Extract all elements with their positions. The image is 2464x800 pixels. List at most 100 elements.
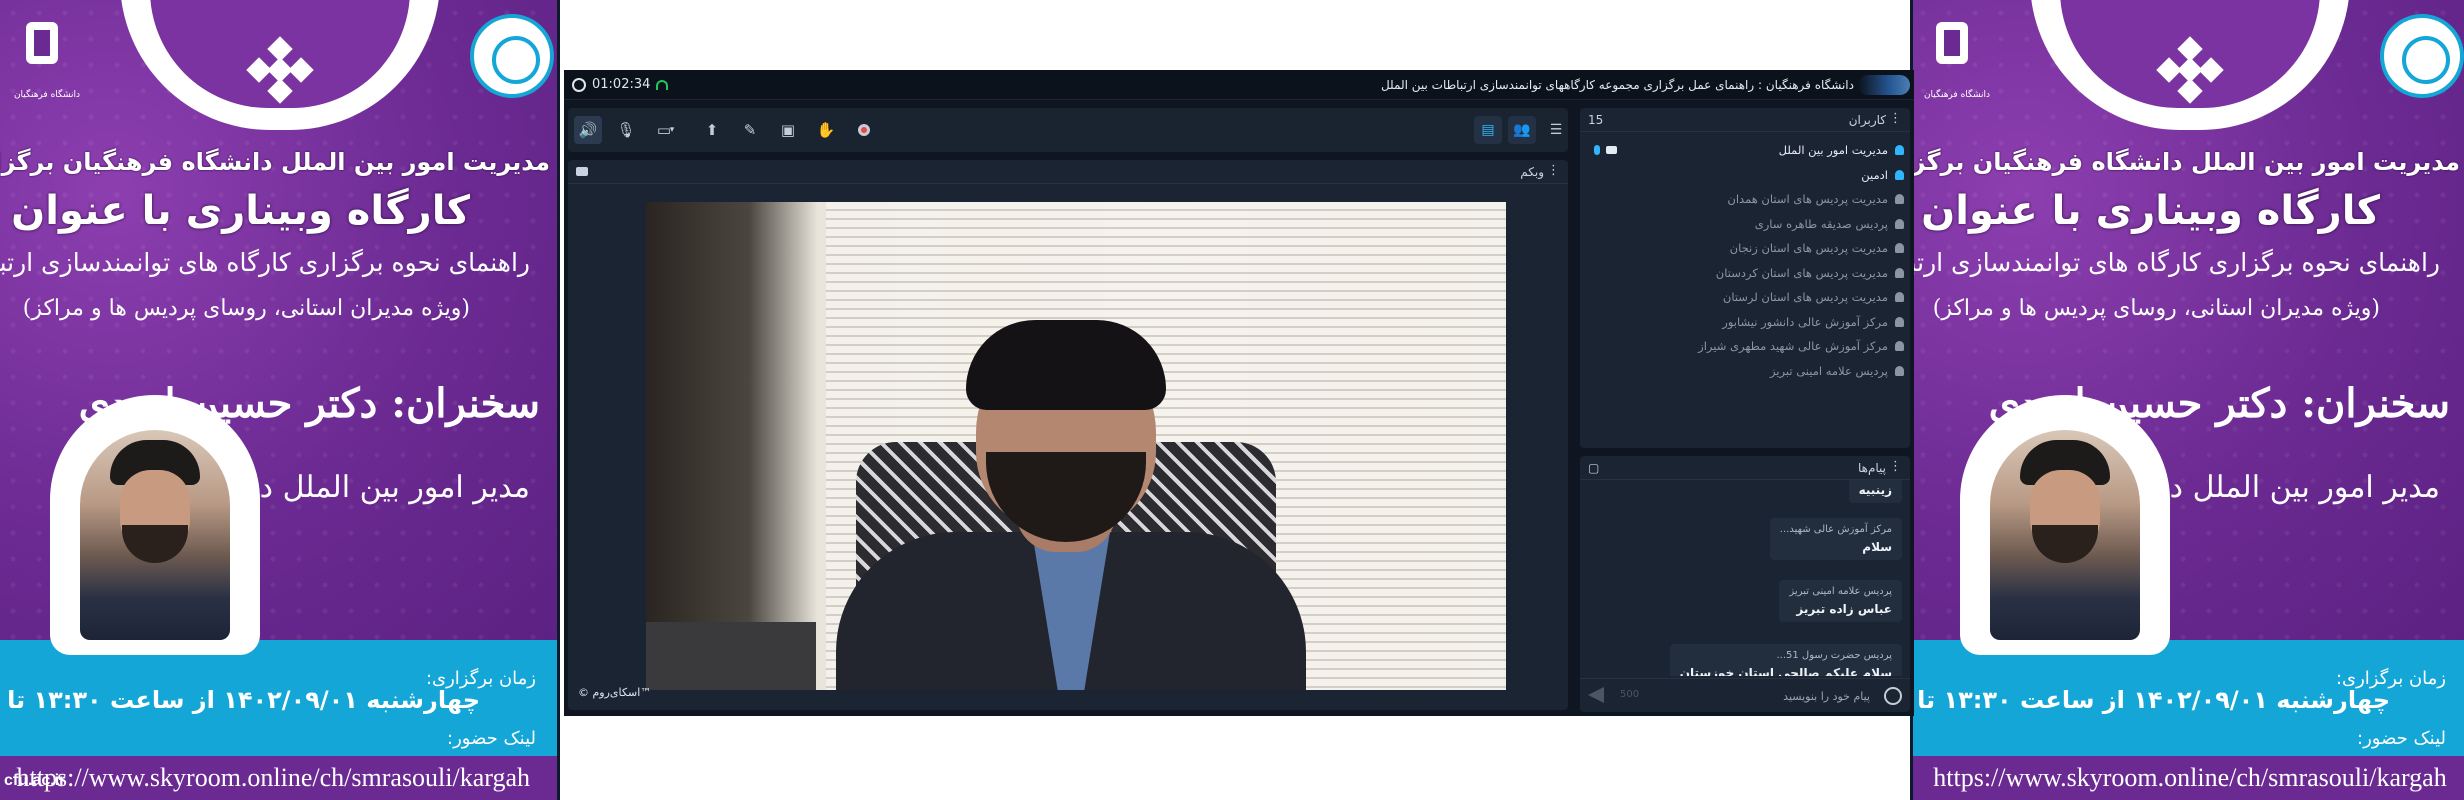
emoji-icon[interactable] [1884,687,1902,705]
message-input[interactable] [1620,685,1870,707]
users-count: 15 [1588,113,1604,127]
user-list-item[interactable]: مدیریت امور بین الملل [1580,138,1910,163]
logo-caption: دانشگاه فرهنگیان [1923,90,1991,100]
message-composer: 500 [1580,678,1910,712]
mic-icon [1594,145,1600,155]
user-name: ادمین [1861,167,1888,182]
kebab-menu-icon[interactable]: ⋮ [1889,459,1902,474]
record-icon[interactable] [850,116,878,144]
kebab-menu-icon[interactable]: ⋮ [1889,111,1902,126]
topic-line-2: (ویژه مدیران استانی، روسای پردیس ها و مر… [22,296,470,321]
char-limit: 500 [1620,689,1640,700]
cross-ornament-icon [2156,36,2224,104]
session-timer: 01:02:34 [592,77,651,92]
university-logo-icon: دانشگاه فرهنگیان [12,16,82,106]
user-name: مدیریت پردیس های استان زنجان [1729,241,1888,255]
time-value: چهارشنبه ۱۴۰۲/۰۹/۰۱ از ساعت ۱۳:۳۰ تا ۱۵:… [1910,686,2390,714]
user-name: مدیریت پردیس های استان لرستان [1722,290,1888,304]
organizer-line: مدیریت امور بین الملل دانشگاه فرهنگیان ب… [0,148,550,176]
webcam-label: وبکم [1520,165,1544,179]
room-title: دانشگاه فرهنگیان : راهنمای عمل برگزاری م… [1380,78,1854,92]
chat-message: پردیس حضرت رسول 51... سلام علیکم صالحی اس… [1669,644,1902,676]
user-list-item[interactable]: مرکز آموزش عالی دانشور نیشابور [1580,310,1910,335]
user-list-item[interactable]: مدیریت پردیس های استان کردستان [1580,261,1910,286]
message-sender: پردیس علامه امینی تبریز [1789,586,1892,597]
topic-line-1: راهنمای نحوه برگزاری کارگاه های توانمندس… [0,248,530,277]
users-title: کاربران [1848,113,1886,127]
user-list-item[interactable]: مرکز آموزش عالی شهید مطهری شیراز [1580,334,1910,359]
send-icon[interactable] [1588,687,1604,703]
chat-message: مرکز آموزش عالی شهید... سلام [1769,518,1902,560]
chat-message: زینبیه [1848,480,1902,503]
event-url: https://www.skyroom.online/ch/smrasouli/… [0,756,560,800]
speaker-icon[interactable]: 🔊 [574,116,602,144]
user-list-item[interactable]: پردیس صدیقه طاهره ساری [1580,212,1910,237]
mic-off-icon[interactable]: 🎙 [612,116,640,144]
user-list-item[interactable]: مدیریت پردیس های استان زنجان [1580,236,1910,261]
university-logo-icon: دانشگاه فرهنگیان [1922,16,1992,106]
skyroom-app: 01:02:34 دانشگاه فرهنگیان : راهنمای عمل … [564,70,1914,716]
speaker-photo [80,430,230,640]
poster-left: دانشگاه فرهنگیان مدیریت امور بین الملل د… [0,0,560,800]
skyroom-logo-icon [1858,75,1910,95]
message-sender: پردیس حضرت رسول 51... [1776,650,1892,661]
kebab-menu-icon[interactable]: ⋮ [1547,163,1560,178]
user-name: مرکز آموزش عالی دانشور نیشابور [1722,314,1888,329]
webcam-panel: وبکم ⋮ © اسکای‌روم™ [568,160,1568,710]
screen-share-icon[interactable]: ⬆ [698,116,726,144]
speaker-photo [1990,430,2140,640]
video-icon [1606,146,1617,154]
user-name: مدیریت پردیس های استان کردستان [1715,265,1888,280]
user-name: پردیس علامه امینی تبریز [1770,363,1888,378]
chat-bubble-icon: ▢ [1588,461,1600,475]
chevron-down-icon[interactable]: ▾ [664,116,680,144]
message-text: سلام [1862,540,1892,554]
signal-icon [656,79,669,90]
users-panel: 15 کاربران ⋮ مدیریت امور بین الملل ادمین م… [1580,108,1910,448]
camera-icon [576,167,588,176]
chat-icon[interactable]: ▤ [1474,116,1502,144]
site-watermark: cfu.ac.ir [4,772,66,789]
poster-right: دانشگاه فرهنگیان مدیریت امور بین الملل د… [1910,0,2464,800]
users-icon[interactable]: 👥 [1508,116,1536,144]
university-seal-icon [470,14,554,98]
message-sender: مرکز آموزش عالی شهید... [1779,524,1892,535]
video-watermark: © اسکای‌روم™ [578,686,652,699]
user-list-item[interactable]: پردیس علامه امینی تبریز [1580,359,1910,384]
folder-icon[interactable]: ▣ [774,116,802,144]
message-text: زینبیه [1858,483,1892,497]
event-type: کارگاه وبیناری با عنوان [11,188,470,234]
user-name: مرکز آموزش عالی شهید مطهری شیراز [1698,339,1888,353]
messages-panel: ▢ پیام‌ها ⋮ زینبیه مرکز آموزش عالی شهید..… [1580,456,1910,712]
link-label: لینک حضور: [2357,728,2446,749]
menu-icon[interactable]: ☰ [1542,116,1570,144]
logo-caption: دانشگاه فرهنگیان [13,90,81,100]
link-label: لینک حضور: [447,728,536,749]
chat-message: پردیس علامه امینی تبریز عباس زاده تبریز [1779,580,1902,622]
cross-ornament-icon [246,36,314,104]
pen-icon[interactable]: ✎ [736,116,764,144]
clock-icon [572,77,586,92]
webcam-video [646,202,1506,690]
user-list-item[interactable]: مدیریت پردیس های استان همدان [1580,187,1910,212]
message-text: عباس زاده تبریز [1796,602,1892,616]
toolbar: 🔊 🎙 ▭ ▾ ⬆ ✎ ▣ ✋ [568,108,1568,152]
message-list: زینبیه مرکز آموزش عالی شهید... سلام پردیس ع… [1580,480,1910,676]
user-list-item[interactable]: ادمین [1580,163,1910,188]
message-text: سلام علیکم صالحی استان خوزستان [1679,666,1892,676]
user-name: مدیریت پردیس های استان همدان [1727,192,1888,206]
university-seal-icon [2380,14,2464,98]
user-list: مدیریت امور بین الملل ادمین مدیریت پردیس ه… [1580,132,1910,383]
event-url: https://www.skyroom.online/ch/smrasouli/… [1910,756,2464,800]
topic-line-2: (ویژه مدیران استانی، روسای پردیس ها و مر… [1932,296,2380,321]
topic-line-1: راهنمای نحوه برگزاری کارگاه های توانمندس… [1910,248,2440,277]
event-type: کارگاه وبیناری با عنوان [1921,188,2380,234]
user-name: مدیریت امور بین الملل [1778,143,1888,157]
user-list-item[interactable]: مدیریت پردیس های استان لرستان [1580,285,1910,310]
panel-switcher: ▤ 👥 ☰ [1474,116,1570,144]
time-value: چهارشنبه ۱۴۰۲/۰۹/۰۱ از ساعت ۱۳:۳۰ تا ۱۵:… [0,686,480,714]
organizer-line: مدیریت امور بین الملل دانشگاه فرهنگیان ب… [1910,148,2460,176]
user-name: پردیس صدیقه طاهره ساری [1754,216,1888,231]
hand-icon[interactable]: ✋ [812,116,840,144]
top-bar: 01:02:34 دانشگاه فرهنگیان : راهنمای عمل … [564,70,1914,100]
